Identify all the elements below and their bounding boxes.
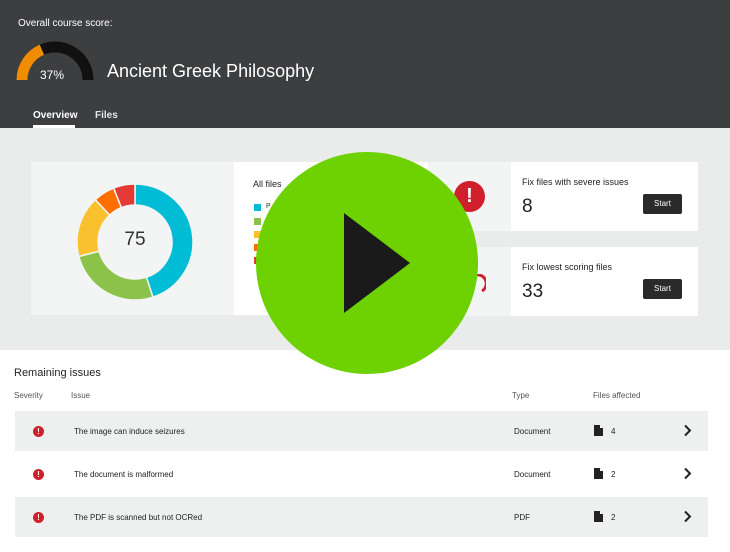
start-severe-button[interactable]: Start xyxy=(643,194,682,214)
issue-text: The PDF is scanned but not OCRed xyxy=(74,513,203,522)
chevron-right-icon[interactable] xyxy=(683,467,692,480)
course-title: Ancient Greek Philosophy xyxy=(107,61,315,81)
issue-type: Document xyxy=(514,427,551,436)
tab-files[interactable]: Files xyxy=(95,110,118,121)
remaining-issues-title: Remaining issues xyxy=(14,367,101,379)
score-percent: 37% xyxy=(40,68,65,82)
score-caption: Overall course score: xyxy=(18,18,113,29)
chevron-right-icon[interactable] xyxy=(683,510,692,523)
legend-swatch-1 xyxy=(254,204,261,211)
play-button[interactable] xyxy=(256,152,478,374)
fix-severe-title: Fix files with severe issues xyxy=(522,177,629,187)
donut-score: 75 xyxy=(124,229,146,250)
donut-segment-2 xyxy=(77,250,154,301)
file-icon xyxy=(594,468,603,479)
issue-text: The document is malformed xyxy=(74,470,174,479)
severity-icon: ! xyxy=(33,512,44,523)
fix-severe-count: 8 xyxy=(522,196,533,217)
issue-type: Document xyxy=(514,470,551,479)
severity-icon: ! xyxy=(33,469,44,480)
table-row[interactable]: ! The document is malformed Document 2 xyxy=(15,454,708,494)
start-lowest-button[interactable]: Start xyxy=(643,279,682,299)
files-affected-count: 2 xyxy=(611,513,616,522)
tab-overview[interactable]: Overview xyxy=(33,110,77,121)
column-issue: Issue xyxy=(71,391,91,400)
issue-text: The image can induce seizures xyxy=(74,427,185,436)
table-row[interactable]: ! The PDF is scanned but not OCRed PDF 2 xyxy=(15,497,708,537)
files-affected-count: 4 xyxy=(611,427,616,436)
file-icon xyxy=(594,425,603,436)
file-icon xyxy=(594,511,603,522)
fix-lowest-count: 33 xyxy=(522,281,544,302)
column-files-affected: Files affected xyxy=(593,391,641,400)
course-header: Overall course score: 37% Ancient Greek … xyxy=(0,0,730,128)
column-type: Type xyxy=(512,391,530,400)
files-affected-count: 2 xyxy=(611,470,616,479)
issue-type: PDF xyxy=(514,513,530,522)
table-row[interactable]: ! The image can induce seizures Document… xyxy=(15,411,708,451)
all-files-label: All files xyxy=(253,179,282,189)
fix-lowest-title: Fix lowest scoring files xyxy=(522,262,613,272)
legend-swatch-2 xyxy=(254,218,261,225)
severity-icon: ! xyxy=(33,426,44,437)
play-icon xyxy=(344,213,410,313)
column-severity: Severity xyxy=(14,391,43,400)
chevron-right-icon[interactable] xyxy=(683,424,692,437)
